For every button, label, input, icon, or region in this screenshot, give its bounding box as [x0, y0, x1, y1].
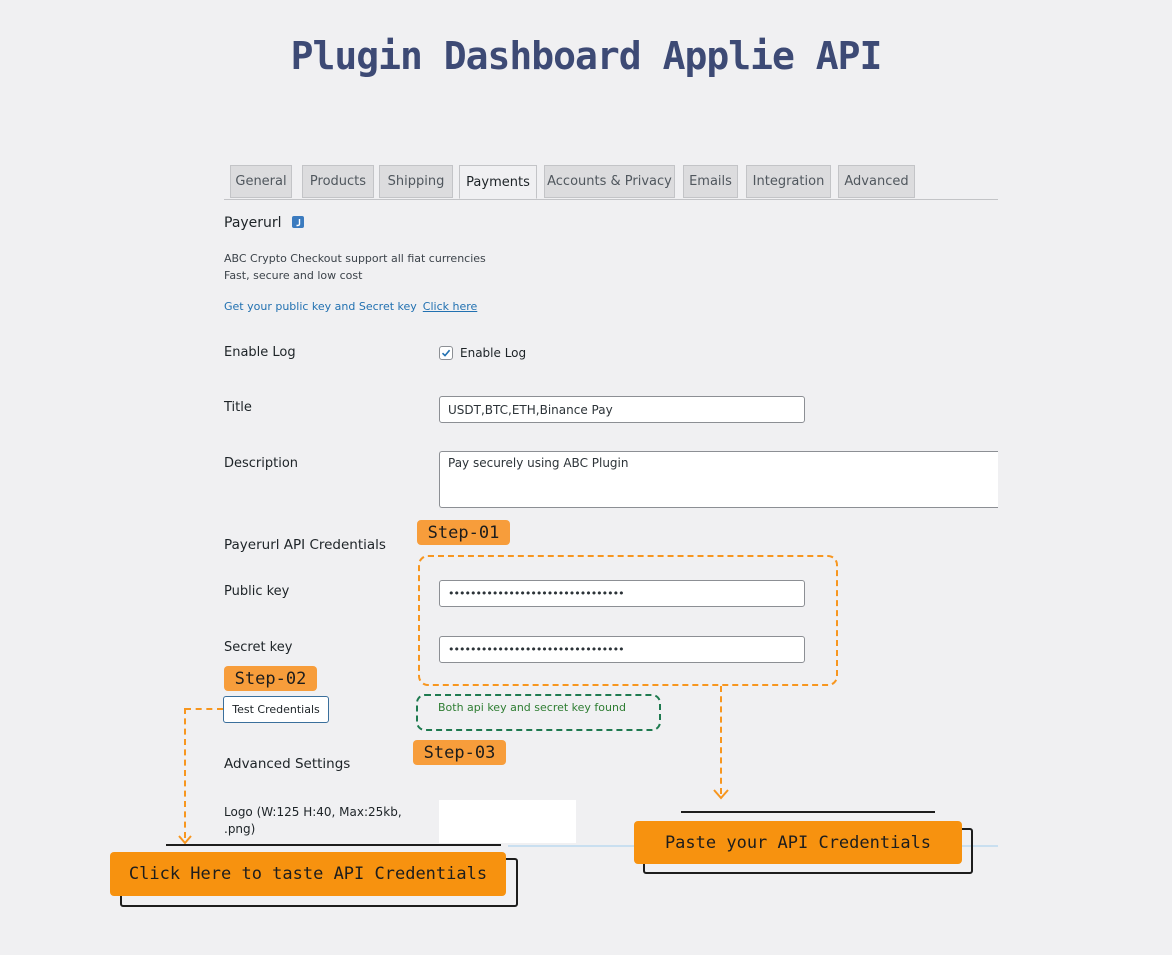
callout-right-underline	[681, 811, 935, 813]
test-result-message: Both api key and secret key found	[438, 701, 626, 714]
title-input[interactable]: USDT,BTC,ETH,Binance Pay	[439, 396, 805, 423]
back-link-icon[interactable]	[292, 216, 305, 228]
secret-key-label: Secret key	[224, 640, 293, 655]
enable-log-checkbox[interactable]	[439, 346, 453, 360]
callout-left-underline	[166, 844, 501, 846]
advanced-settings-heading: Advanced Settings	[224, 756, 351, 772]
tab-emails[interactable]: Emails	[683, 165, 738, 198]
logo-label-line1: Logo (W:125 H:40, Max:25kb,	[224, 805, 402, 819]
enable-log-checkbox-label: Enable Log	[460, 346, 527, 360]
page-title: Plugin Dashboard Applie API	[290, 34, 883, 78]
credentials-highlight-box	[418, 555, 838, 686]
logo-upload-area[interactable]	[439, 800, 576, 843]
connector-line-right	[720, 686, 722, 794]
keys-info-text: Get your public key and Secret key	[224, 300, 417, 313]
tab-general[interactable]: General	[230, 165, 292, 198]
credentials-heading: Payerurl API Credentials	[224, 537, 386, 553]
enable-log-label: Enable Log	[224, 345, 296, 360]
public-key-label: Public key	[224, 584, 290, 599]
step-01-badge: Step-01	[417, 520, 510, 545]
title-label: Title	[224, 400, 252, 415]
section-description-line1: ABC Crypto Checkout support all fiat cur…	[224, 252, 486, 265]
test-credentials-button[interactable]: Test Credentials	[223, 696, 329, 723]
section-title: Payerurl	[224, 215, 282, 231]
callout-right: Paste your API Credentials	[634, 821, 962, 864]
section-title-row: Payerurl	[224, 215, 305, 231]
description-label: Description	[224, 456, 299, 471]
tab-payments[interactable]: Payments	[459, 165, 537, 199]
tab-shipping[interactable]: Shipping	[379, 165, 453, 198]
description-textarea[interactable]: Pay securely using ABC Plugin	[439, 451, 998, 508]
arrow-down-icon	[713, 789, 729, 800]
tab-accounts-privacy[interactable]: Accounts & Privacy	[544, 165, 675, 198]
step-03-badge: Step-03	[413, 740, 506, 765]
checkmark-icon	[441, 349, 451, 357]
connector-line-left	[185, 708, 223, 710]
tab-products[interactable]: Products	[302, 165, 374, 198]
callout-left: Click Here to taste API Credentials	[110, 852, 506, 896]
step-02-badge: Step-02	[224, 666, 317, 691]
settings-tabs: General Products Shipping Payments Accou…	[224, 165, 998, 200]
keys-info: Get your public key and Secret key Click …	[224, 300, 477, 313]
logo-label-line2: .png)	[224, 822, 256, 836]
keys-click-here-link[interactable]: Click here	[423, 300, 478, 313]
connector-line-left-down	[184, 708, 186, 838]
section-description-line2: Fast, secure and low cost	[224, 269, 363, 282]
tab-integration[interactable]: Integration	[746, 165, 831, 198]
tab-advanced[interactable]: Advanced	[838, 165, 915, 198]
